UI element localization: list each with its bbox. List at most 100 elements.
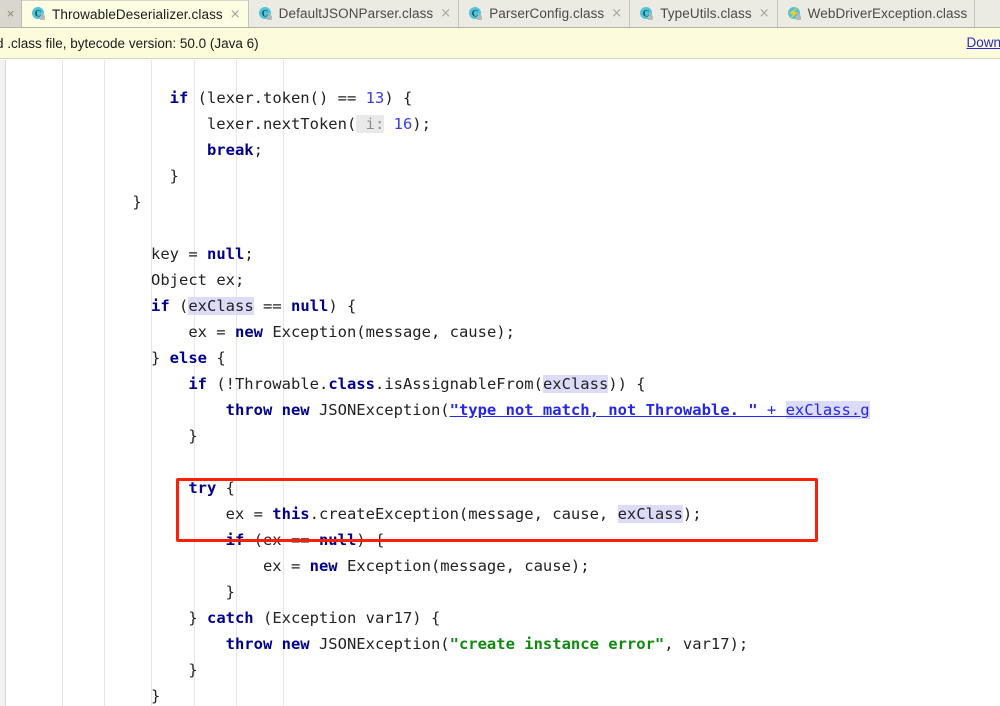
code-editor[interactable]: if (lexer.token() == 13) {lexer.nextToke… xyxy=(0,60,1000,706)
code-line[interactable]: if (lexer.token() == 13) { xyxy=(0,85,412,111)
code-token: ; xyxy=(254,141,263,159)
code-token: )) { xyxy=(608,375,645,393)
code-token: if xyxy=(226,531,245,549)
decompiled-class-notification-bar: d .class file, bytecode version: 50.0 (J… xyxy=(0,28,1000,59)
code-line[interactable]: lexer.nextToken( i: 16); xyxy=(0,111,431,137)
code-token: .isAssignableFrom( xyxy=(375,375,543,393)
code-token: exClass xyxy=(618,505,683,523)
editor-tab-typeutils[interactable]: C TypeUtils.class × xyxy=(630,0,777,27)
code-token: catch xyxy=(207,609,254,627)
tab-close-icon[interactable]: × xyxy=(440,7,451,20)
code-token: null xyxy=(207,245,244,263)
code-token: key = xyxy=(151,245,207,263)
tab-label: TypeUtils.class xyxy=(660,6,752,21)
code-line[interactable]: } xyxy=(0,579,235,605)
code-token: if xyxy=(188,375,207,393)
code-line[interactable]: Object ex; xyxy=(0,267,244,293)
code-line[interactable]: break; xyxy=(0,137,263,163)
tab-close-icon[interactable]: × xyxy=(230,8,241,21)
code-token: exClass xyxy=(543,375,608,393)
java-exception-icon: ⚡ xyxy=(787,6,803,22)
tab-overflow-close-icon[interactable]: × xyxy=(0,0,22,27)
code-token: "create instance error" xyxy=(450,635,665,653)
code-line[interactable]: } xyxy=(0,423,198,449)
code-line[interactable]: } xyxy=(0,683,160,706)
code-token: ); xyxy=(683,505,702,523)
code-token xyxy=(384,115,393,133)
java-class-icon: C xyxy=(468,6,484,22)
code-line[interactable]: } catch (Exception var17) { xyxy=(0,605,440,631)
code-token: { xyxy=(216,479,235,497)
code-token: "type not match, not Throwable. " xyxy=(450,401,758,419)
editor-tab-webdriverexception[interactable]: ⚡ WebDriverException.class xyxy=(778,0,976,27)
code-token: 13 xyxy=(366,89,385,107)
code-token: } xyxy=(188,661,197,679)
code-line[interactable]: ex = new Exception(message, cause); xyxy=(0,553,590,579)
code-token: Exception(message, cause); xyxy=(338,557,590,575)
code-token: ; xyxy=(244,245,253,263)
code-token: throw new xyxy=(226,635,310,653)
code-token: (!Throwable. xyxy=(207,375,328,393)
code-token: Exception(message, cause); xyxy=(263,323,515,341)
code-token: (Exception var17) { xyxy=(254,609,441,627)
code-line[interactable]: if (!Throwable.class.isAssignableFrom(ex… xyxy=(0,371,646,397)
code-line[interactable] xyxy=(0,215,95,241)
tab-close-icon[interactable]: × xyxy=(759,7,770,20)
code-token: } xyxy=(132,193,141,211)
download-sources-link[interactable]: Downl xyxy=(966,35,1000,50)
code-line[interactable]: key = null; xyxy=(0,241,254,267)
code-token: ex = xyxy=(226,505,273,523)
code-token: ex = xyxy=(188,323,235,341)
code-content[interactable]: if (lexer.token() == 13) {lexer.nextToke… xyxy=(0,60,1000,706)
code-token: } xyxy=(151,687,160,705)
code-token: ) { xyxy=(356,531,384,549)
code-token: , var17); xyxy=(664,635,748,653)
code-token: } xyxy=(170,167,179,185)
code-token: exClass xyxy=(188,297,253,315)
code-line[interactable]: if (exClass == null) { xyxy=(0,293,356,319)
code-line[interactable]: } xyxy=(0,189,142,215)
tab-label: ParserConfig.class xyxy=(489,6,604,21)
notification-text: d .class file, bytecode version: 50.0 (J… xyxy=(0,36,259,51)
code-token: throw new xyxy=(226,401,310,419)
code-token: + xyxy=(758,401,786,419)
editor-tab-parserconfig[interactable]: C ParserConfig.class × xyxy=(459,0,630,27)
java-class-icon: C xyxy=(639,6,655,22)
code-token: { xyxy=(207,349,226,367)
code-token: (ex == xyxy=(244,531,319,549)
code-line[interactable]: } xyxy=(0,163,179,189)
code-line[interactable]: try { xyxy=(0,475,235,501)
code-line[interactable] xyxy=(0,449,95,475)
code-line[interactable]: } else { xyxy=(0,345,226,371)
java-class-icon: C xyxy=(31,6,47,22)
code-token: == xyxy=(254,297,291,315)
code-token: if xyxy=(151,297,170,315)
tab-label: WebDriverException.class xyxy=(808,6,968,21)
code-token: } xyxy=(188,609,207,627)
editor-tab-throwabledeserializer[interactable]: CThrowableDeserializer.class× xyxy=(22,0,249,27)
code-token: new xyxy=(235,323,263,341)
code-token: lexer.nextToken( xyxy=(207,115,356,133)
code-line[interactable]: if (ex == null) { xyxy=(0,527,384,553)
code-line[interactable]: ex = new Exception(message, cause); xyxy=(0,319,515,345)
editor-tab-bar[interactable]: × CThrowableDeserializer.class×CDefaultJ… xyxy=(0,0,1000,28)
code-token: } xyxy=(151,349,170,367)
editor-tab-defaultjsonparser[interactable]: C DefaultJSONParser.class × xyxy=(249,0,460,27)
code-line[interactable]: } xyxy=(0,657,198,683)
code-token: try xyxy=(188,479,216,497)
code-token: null xyxy=(291,297,328,315)
tab-close-icon[interactable]: × xyxy=(611,7,622,20)
code-token: else xyxy=(170,349,207,367)
java-class-icon: C xyxy=(258,6,274,22)
code-token: new xyxy=(310,557,338,575)
code-token: ); xyxy=(412,115,431,133)
code-line[interactable]: throw new JSONException("create instance… xyxy=(0,631,748,657)
code-token: Object ex; xyxy=(151,271,244,289)
code-line[interactable]: ex = this.createException(message, cause… xyxy=(0,501,702,527)
tab-label: DefaultJSONParser.class xyxy=(279,6,434,21)
code-token: .createException(message, cause, xyxy=(310,505,618,523)
code-token: ( xyxy=(170,297,189,315)
code-token: null xyxy=(319,531,356,549)
code-token: ) { xyxy=(328,297,356,315)
code-line[interactable]: throw new JSONException("type not match,… xyxy=(0,397,870,423)
